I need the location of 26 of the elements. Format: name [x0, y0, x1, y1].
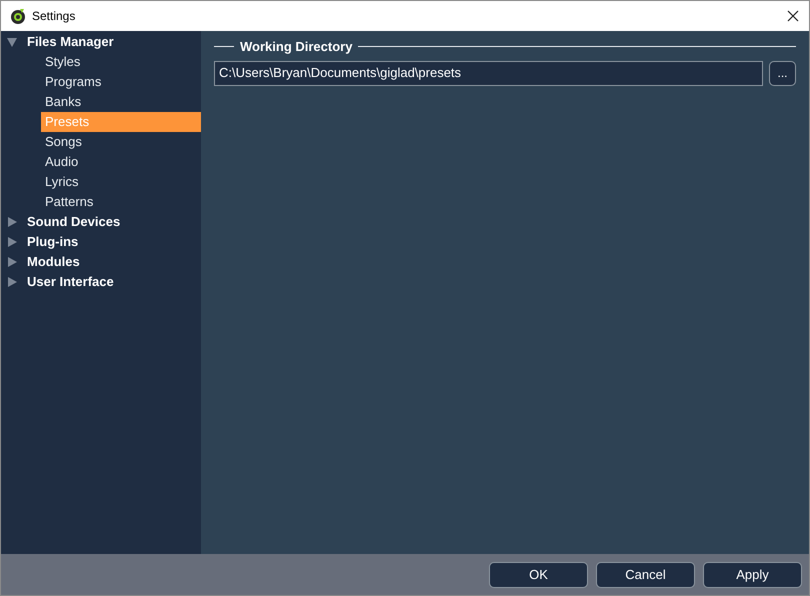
directory-field[interactable]: C:\Users\Bryan\Documents\giglad\presets	[214, 60, 763, 86]
close-icon[interactable]	[787, 10, 799, 22]
dialog-button[interactable]: Cancel	[596, 562, 695, 588]
tree-item[interactable]: Styles	[41, 52, 201, 72]
tree-item[interactable]: Programs	[41, 72, 201, 92]
tree-item[interactable]: Songs	[41, 132, 201, 152]
collapse-arrow-icon[interactable]	[7, 37, 17, 47]
tree-item[interactable]: Plug-ins	[26, 232, 80, 252]
tree-item[interactable]: Patterns	[41, 192, 201, 212]
expand-arrow-icon[interactable]	[7, 237, 17, 247]
app-logo-icon	[10, 8, 26, 24]
section-title: Working Directory	[240, 38, 352, 56]
expand-arrow-icon[interactable]	[7, 277, 17, 287]
tree-item[interactable]: Audio	[41, 152, 201, 172]
expand-arrow-icon[interactable]	[7, 257, 17, 267]
tree-item[interactable]: Banks	[41, 92, 201, 112]
tree-item[interactable]: Files Manager	[26, 32, 115, 52]
browse-button[interactable]: ...	[769, 60, 796, 86]
dialog-button[interactable]: Apply	[703, 562, 802, 588]
tree-item[interactable]: Modules	[26, 252, 81, 272]
dialog-button[interactable]: OK	[489, 562, 588, 588]
expand-arrow-icon[interactable]	[7, 217, 17, 227]
tree-item[interactable]: User Interface	[26, 272, 115, 292]
tree-item[interactable]: Sound Devices	[26, 212, 122, 232]
tree-item[interactable]: Lyrics	[41, 172, 201, 192]
window-title: Settings	[32, 8, 76, 25]
